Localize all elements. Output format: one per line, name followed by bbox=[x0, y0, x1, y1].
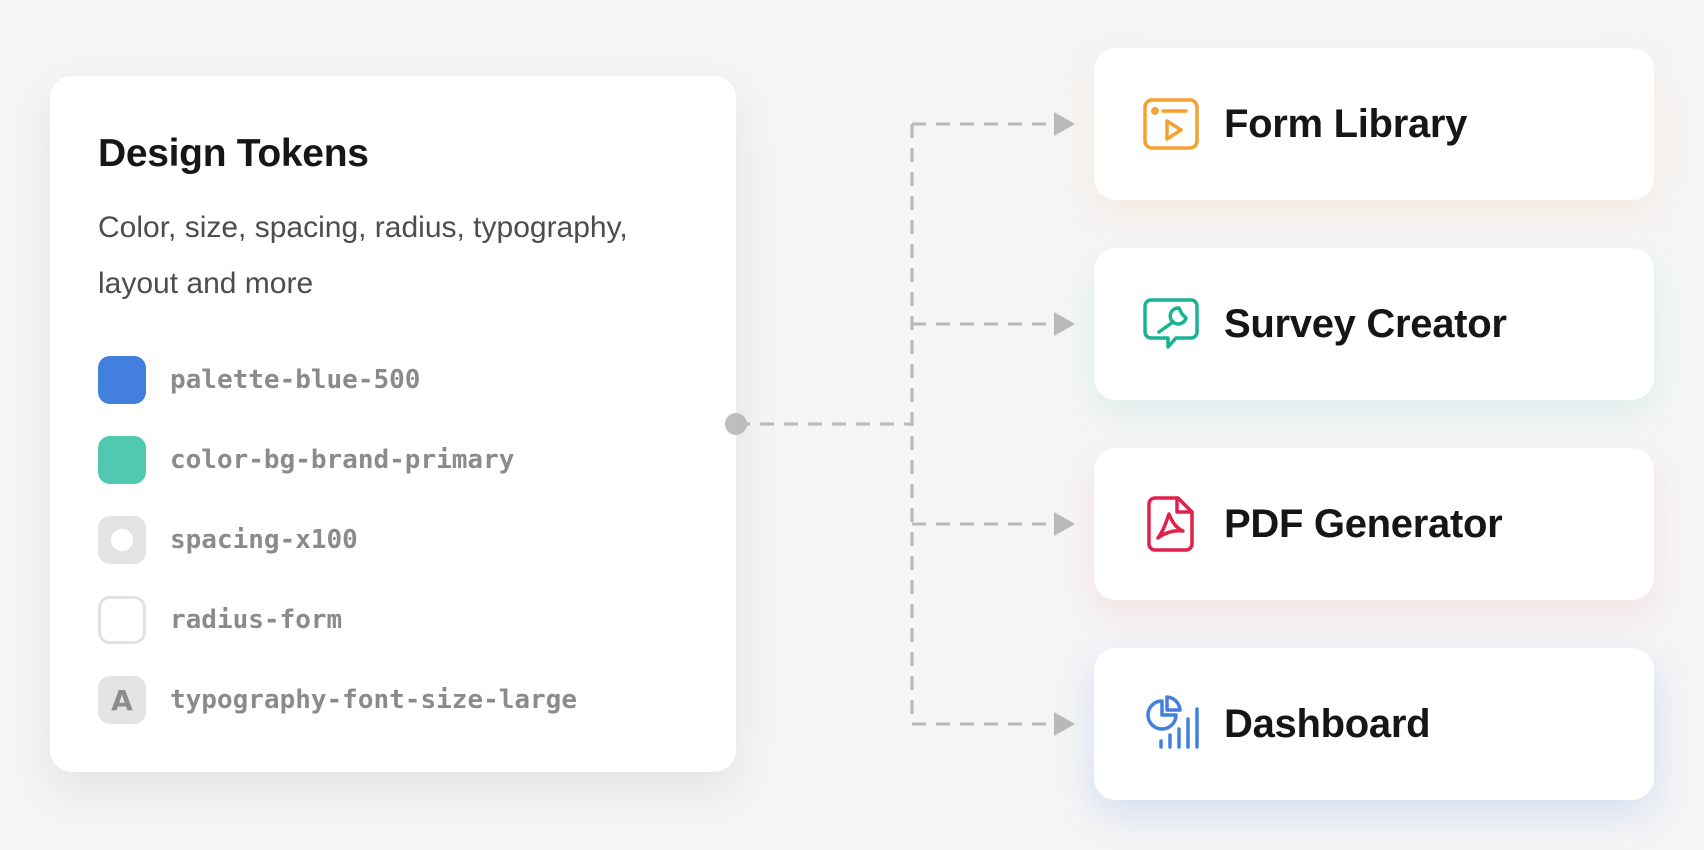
product-card-form-library[interactable]: Form Library bbox=[1094, 48, 1654, 200]
token-row-palette-blue: palette-blue-500 bbox=[98, 356, 420, 404]
spacing-icon bbox=[98, 516, 146, 564]
form-library-icon bbox=[1142, 95, 1200, 153]
arrowhead-survey-creator bbox=[1054, 312, 1075, 336]
product-card-dashboard[interactable]: Dashboard bbox=[1094, 648, 1654, 800]
token-name: spacing-x100 bbox=[170, 525, 358, 555]
typography-icon: A bbox=[98, 676, 146, 724]
blue-color-swatch bbox=[98, 356, 146, 404]
diagram-canvas: Design Tokens Color, size, spacing, radi… bbox=[0, 0, 1704, 850]
token-row-spacing: spacing-x100 bbox=[98, 516, 358, 564]
product-label: Survey Creator bbox=[1224, 301, 1507, 346]
arrowhead-dashboard bbox=[1054, 712, 1075, 736]
arrowhead-form-library bbox=[1054, 112, 1075, 136]
design-tokens-card: Design Tokens Color, size, spacing, radi… bbox=[50, 76, 736, 772]
radius-icon bbox=[98, 596, 146, 644]
token-name: radius-form bbox=[170, 605, 343, 635]
pdf-generator-icon bbox=[1142, 495, 1200, 553]
token-row-radius: radius-form bbox=[98, 596, 342, 644]
survey-creator-icon bbox=[1142, 295, 1200, 353]
token-name: palette-blue-500 bbox=[170, 365, 421, 395]
token-name: color-bg-brand-primary bbox=[170, 445, 515, 475]
product-card-survey-creator[interactable]: Survey Creator bbox=[1094, 248, 1654, 400]
product-label: PDF Generator bbox=[1224, 501, 1503, 546]
product-label: Form Library bbox=[1224, 101, 1468, 146]
product-card-pdf-generator[interactable]: PDF Generator bbox=[1094, 448, 1654, 600]
tokens-card-description: Color, size, spacing, radius, typography… bbox=[98, 211, 628, 300]
token-name: typography-font-size-large bbox=[170, 685, 577, 715]
arrowhead-pdf-generator bbox=[1054, 512, 1075, 536]
green-color-swatch bbox=[98, 436, 146, 484]
tokens-card-title: Design Tokens bbox=[98, 132, 369, 175]
product-label: Dashboard bbox=[1224, 701, 1431, 746]
dashboard-icon bbox=[1142, 695, 1200, 753]
token-row-typography: A typography-font-size-large bbox=[98, 676, 577, 724]
token-row-brand-primary: color-bg-brand-primary bbox=[98, 436, 514, 484]
